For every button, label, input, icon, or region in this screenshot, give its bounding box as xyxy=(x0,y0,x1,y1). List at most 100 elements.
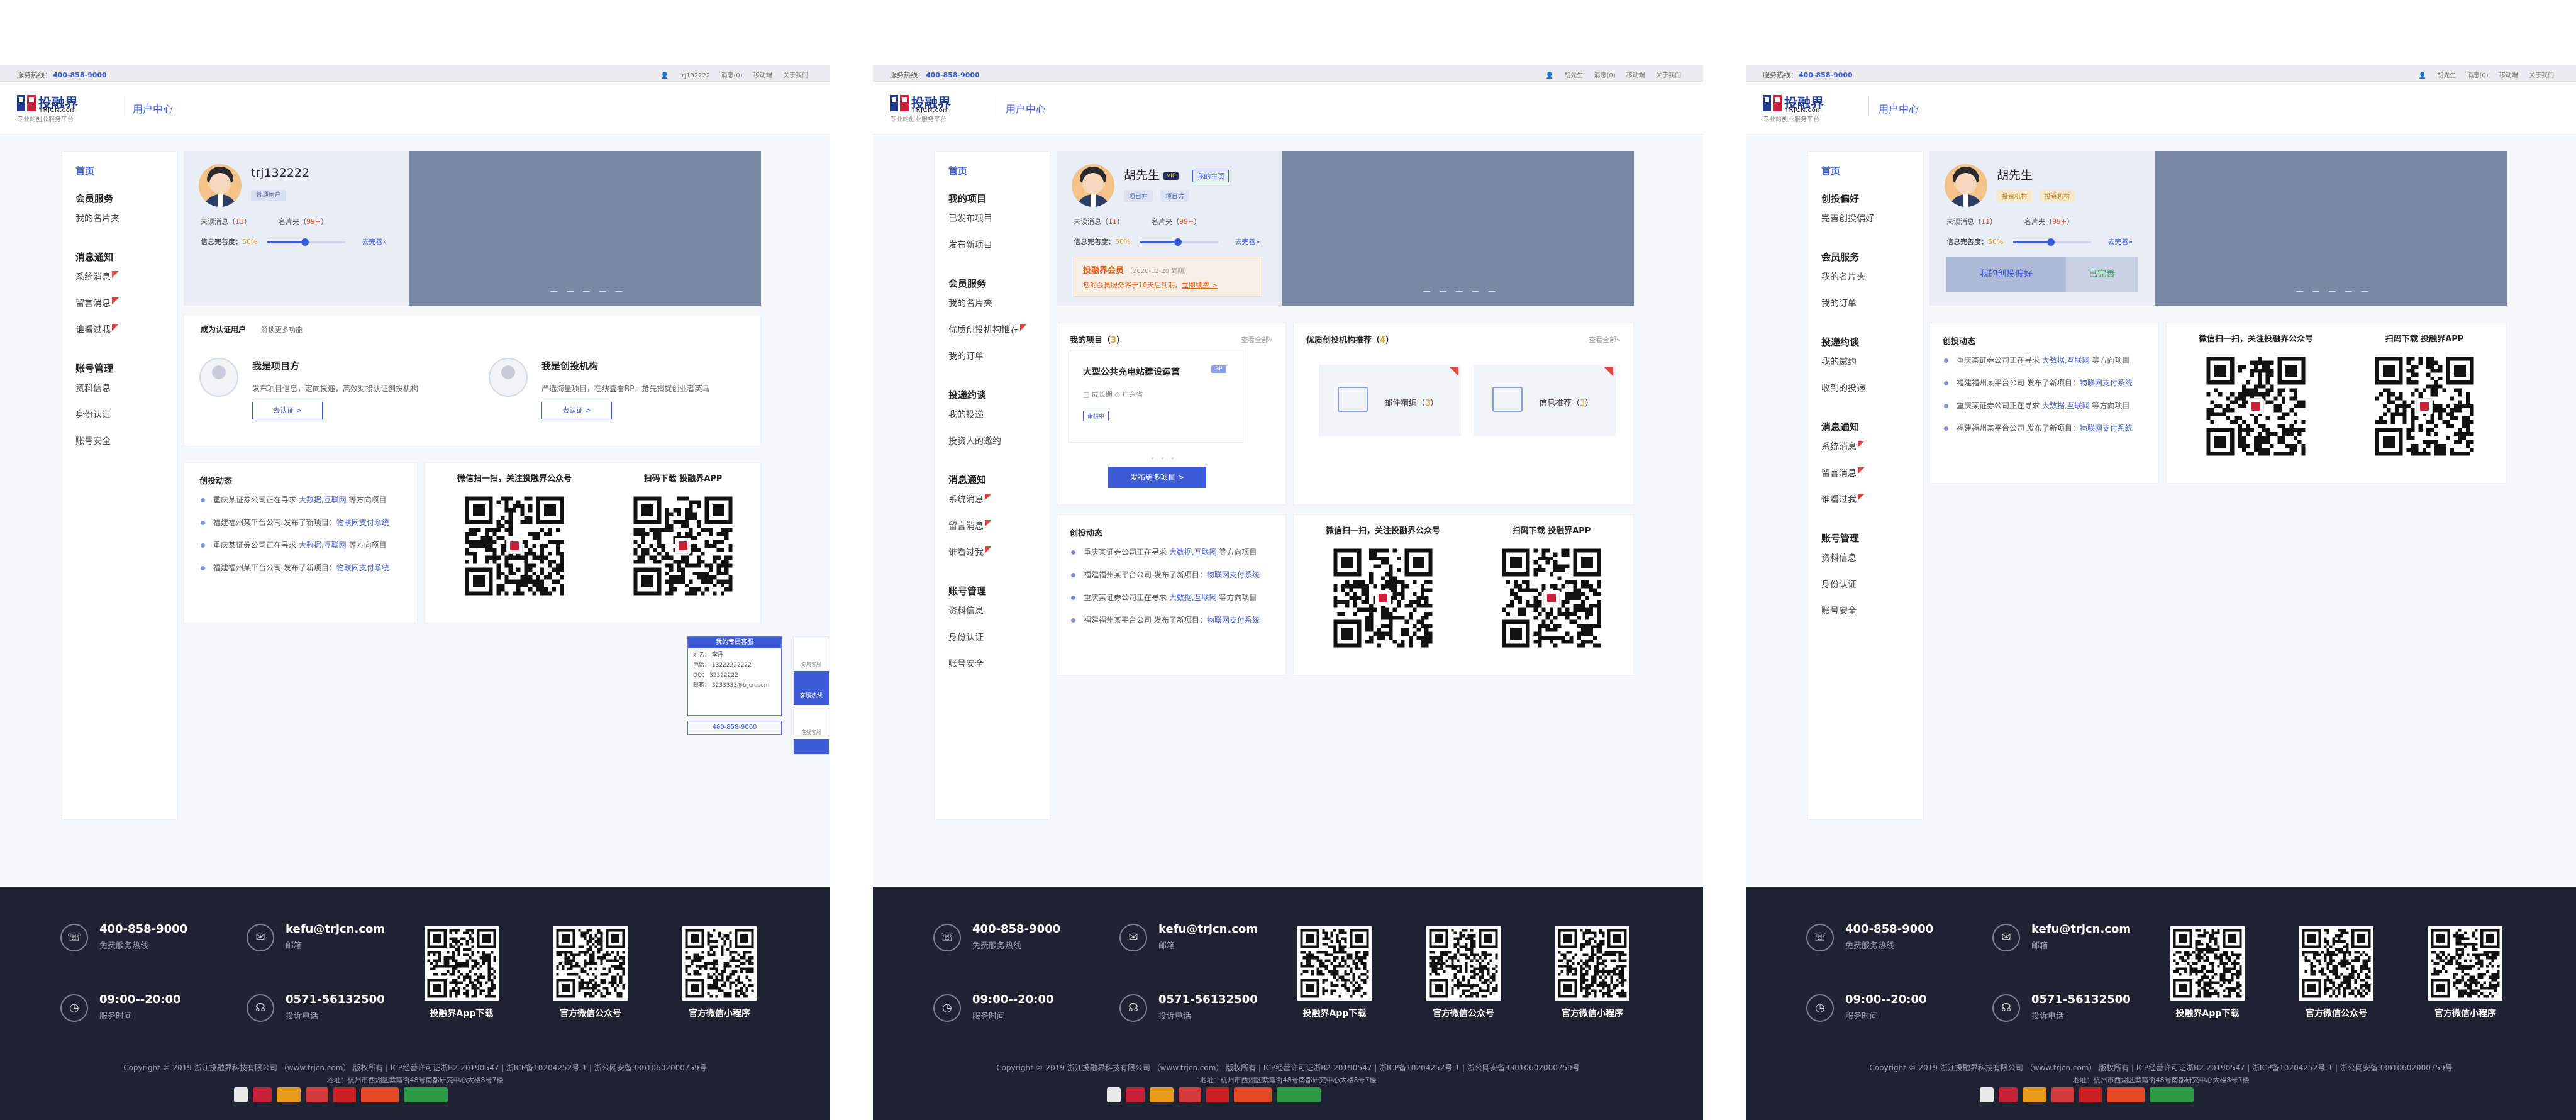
cs-email: 邮箱： 3233333@trjcn.com xyxy=(693,682,770,689)
projects-more-link[interactable]: 查看全部» xyxy=(1241,335,1273,345)
top-username[interactable]: 胡先生 xyxy=(1564,72,1583,79)
top-link-about[interactable]: 关于我们 xyxy=(783,72,808,79)
verify-project-owner-button[interactable]: 去认证 > xyxy=(252,402,323,419)
top-link-mobile[interactable]: 移动端 xyxy=(753,72,772,79)
avatar[interactable] xyxy=(1072,164,1114,207)
profile-banner[interactable]: — — — — — xyxy=(409,151,761,306)
sidebar-item-orders[interactable]: 我的订单 xyxy=(1808,294,1923,320)
sidebar-item-cards[interactable]: 我的名片夹 xyxy=(935,294,1050,320)
sidebar-item-recommend[interactable]: 优质创投机构推荐 xyxy=(935,320,1050,347)
sidebar-home[interactable]: 首页 xyxy=(62,152,177,186)
top-link-messages[interactable]: 消息(0) xyxy=(2467,72,2488,79)
feed-item[interactable]: 福建福州某平台公司 发布了新项目：物联网支付系统 xyxy=(1943,423,2144,434)
verify-investor-button[interactable]: 去认证 > xyxy=(541,402,612,419)
qr-logo-icon xyxy=(506,538,523,554)
top-link-messages[interactable]: 消息(0) xyxy=(1594,72,1615,79)
sidebar-item-system-msg[interactable]: 系统消息 xyxy=(935,490,1050,516)
user-center-title[interactable]: 用户中心 xyxy=(1006,101,1046,116)
sidebar-home[interactable]: 首页 xyxy=(935,152,1050,186)
sidebar-item-profile[interactable]: 资料信息 xyxy=(935,601,1050,628)
user-center-title[interactable]: 用户中心 xyxy=(1879,101,1919,116)
project-item[interactable]: 大型公共充电站建设运营 BP □ 成长期 ◇ 广东省 审核中 xyxy=(1070,350,1243,443)
profile-banner[interactable]: — — — — — xyxy=(1282,151,1634,306)
sidebar: 首页 我的项目 已发布项目 发布新项目 会员服务 我的名片夹 优质创投机构推荐 … xyxy=(935,151,1050,820)
feed-list: 重庆某证券公司正在寻求 大数据,互联网 等方向项目 福建福州某平台公司 发布了新… xyxy=(199,494,401,585)
top-username[interactable]: trj132222 xyxy=(679,72,710,79)
sidebar-item-profile[interactable]: 资料信息 xyxy=(62,379,177,405)
sidebar-item-invitations[interactable]: 投资人的邀约 xyxy=(935,431,1050,458)
sidebar-item-security[interactable]: 账号安全 xyxy=(935,654,1050,680)
cs-hotline[interactable]: 400-858-9000 xyxy=(687,721,782,735)
sidebar-item-security[interactable]: 账号安全 xyxy=(62,431,177,458)
complete-profile-link[interactable]: 去完善» xyxy=(362,238,387,246)
sidebar-item-received[interactable]: 收到的投递 xyxy=(1808,379,1923,405)
feed-item[interactable]: 重庆某证券公司正在寻求 大数据,互联网 等方向项目 xyxy=(1943,355,2144,366)
user-center-title[interactable]: 用户中心 xyxy=(133,101,173,116)
feed-item[interactable]: 福建福州某平台公司 发布了新项目：物联网支付系统 xyxy=(1070,614,1271,626)
feed-item[interactable]: 福建福州某平台公司 发布了新项目：物联网支付系统 xyxy=(199,517,401,528)
top-link-mobile[interactable]: 移动端 xyxy=(1626,72,1645,79)
sidebar-item-leave-msg[interactable]: 留言消息 xyxy=(62,294,177,320)
banner-dots[interactable]: — — — — — xyxy=(1423,287,1499,296)
sidebar-item-leave-msg[interactable]: 留言消息 xyxy=(935,516,1050,543)
sidebar-item-cards[interactable]: 我的名片夹 xyxy=(62,209,177,235)
recommend-info[interactable]: 信息推荐（3） xyxy=(1474,365,1616,436)
feed-item[interactable]: 福建福州某平台公司 发布了新项目：物联网支付系统 xyxy=(1070,569,1271,580)
sidebar-item-complete-pref[interactable]: 完善创投偏好 xyxy=(1808,209,1923,235)
renew-link[interactable]: 立即续费 > xyxy=(1182,281,1218,289)
top-link-about[interactable]: 关于我们 xyxy=(1656,72,1681,79)
sidebar-item-verify[interactable]: 身份认证 xyxy=(935,628,1050,654)
sidebar-item-leave-msg[interactable]: 留言消息 xyxy=(1808,463,1923,490)
sidebar-item-published[interactable]: 已发布项目 xyxy=(935,209,1050,235)
sidebar-item-orders[interactable]: 我的订单 xyxy=(935,347,1050,373)
sidebar-item-verify[interactable]: 身份认证 xyxy=(62,405,177,431)
my-home-button[interactable]: 我的主页 xyxy=(1192,169,1230,182)
carousel-dots[interactable]: • • • xyxy=(1150,455,1176,463)
top-link-messages[interactable]: 消息(0) xyxy=(721,72,742,79)
rail-online-cs[interactable]: 在线客服 xyxy=(794,705,829,739)
sidebar-item-new-project[interactable]: 发布新项目 xyxy=(935,235,1050,262)
sidebar-group-account: 账号管理 xyxy=(75,363,114,374)
complete-profile-link[interactable]: 去完善» xyxy=(1235,238,1260,246)
rail-back-top[interactable] xyxy=(794,739,829,754)
avatar[interactable] xyxy=(1945,164,1987,207)
banner-dots[interactable]: — — — — — xyxy=(2296,287,2372,296)
feed-item[interactable]: 福建福州某平台公司 发布了新项目：物联网支付系统 xyxy=(199,562,401,574)
feed-item[interactable]: 重庆某证券公司正在寻求 大数据,互联网 等方向项目 xyxy=(1070,592,1271,603)
complete-profile-link[interactable]: 去完善» xyxy=(2107,238,2133,246)
sidebar-item-visitors[interactable]: 谁看过我 xyxy=(1808,490,1923,516)
sidebar-item-security[interactable]: 账号安全 xyxy=(1808,601,1923,628)
feed-item[interactable]: 福建福州某平台公司 发布了新项目：物联网支付系统 xyxy=(1943,377,2144,389)
recommend-mail[interactable]: 邮件精编（3） xyxy=(1319,365,1461,436)
project-meta: □ 成长期 ◇ 广东省 xyxy=(1083,391,1143,399)
sidebar-item-system-msg[interactable]: 系统消息 xyxy=(1808,437,1923,463)
rail-hotline[interactable]: 客服热线 xyxy=(794,671,829,705)
logo[interactable]: 投融界 TRJCN.com 专业的创业服务平台 xyxy=(890,93,984,123)
sidebar-item-my-invites[interactable]: 我的邀约 xyxy=(1808,352,1923,379)
my-preference-button[interactable]: 我的创投偏好 xyxy=(1946,257,2066,292)
sidebar-item-cards[interactable]: 我的名片夹 xyxy=(1808,267,1923,294)
logo[interactable]: 投融界 TRJCN.com 专业的创业服务平台 xyxy=(1763,93,1857,123)
avatar[interactable] xyxy=(199,164,242,207)
sidebar-item-my-delivery[interactable]: 我的投递 xyxy=(935,405,1050,431)
banner-dots[interactable]: — — — — — xyxy=(550,287,626,296)
top-link-about[interactable]: 关于我们 xyxy=(2529,72,2554,79)
feed-item[interactable]: 重庆某证券公司正在寻求 大数据,互联网 等方向项目 xyxy=(1070,546,1271,558)
top-link-mobile[interactable]: 移动端 xyxy=(2499,72,2518,79)
recommend-more-link[interactable]: 查看全部» xyxy=(1589,335,1621,345)
feed-item[interactable]: 重庆某证券公司正在寻求 大数据,互联网 等方向项目 xyxy=(1943,400,2144,411)
top-username[interactable]: 胡先生 xyxy=(2437,72,2456,79)
rail-dedicated-cs[interactable]: 专属客服 xyxy=(794,637,829,671)
sidebar-home[interactable]: 首页 xyxy=(1808,152,1923,186)
publish-more-button[interactable]: 发布更多项目 > xyxy=(1108,467,1206,488)
feed-item[interactable]: 重庆某证券公司正在寻求 大数据,互联网 等方向项目 xyxy=(199,540,401,551)
sidebar-item-visitors[interactable]: 谁看过我 xyxy=(935,543,1050,569)
sidebar-item-system-msg[interactable]: 系统消息 xyxy=(62,267,177,294)
option-investor: 我是创投机构 严选海量项目，在线查看BP，抢先捕捉创业者英马 去认证 > xyxy=(474,340,738,422)
profile-banner[interactable]: — — — — — xyxy=(2155,151,2507,306)
sidebar-item-verify[interactable]: 身份认证 xyxy=(1808,575,1923,601)
feed-item[interactable]: 重庆某证券公司正在寻求 大数据,互联网 等方向项目 xyxy=(199,494,401,506)
sidebar-item-visitors[interactable]: 谁看过我 xyxy=(62,320,177,347)
sidebar-item-profile[interactable]: 资料信息 xyxy=(1808,548,1923,575)
logo[interactable]: 投融界 TRJCN.com 专业的创业服务平台 xyxy=(17,93,111,123)
